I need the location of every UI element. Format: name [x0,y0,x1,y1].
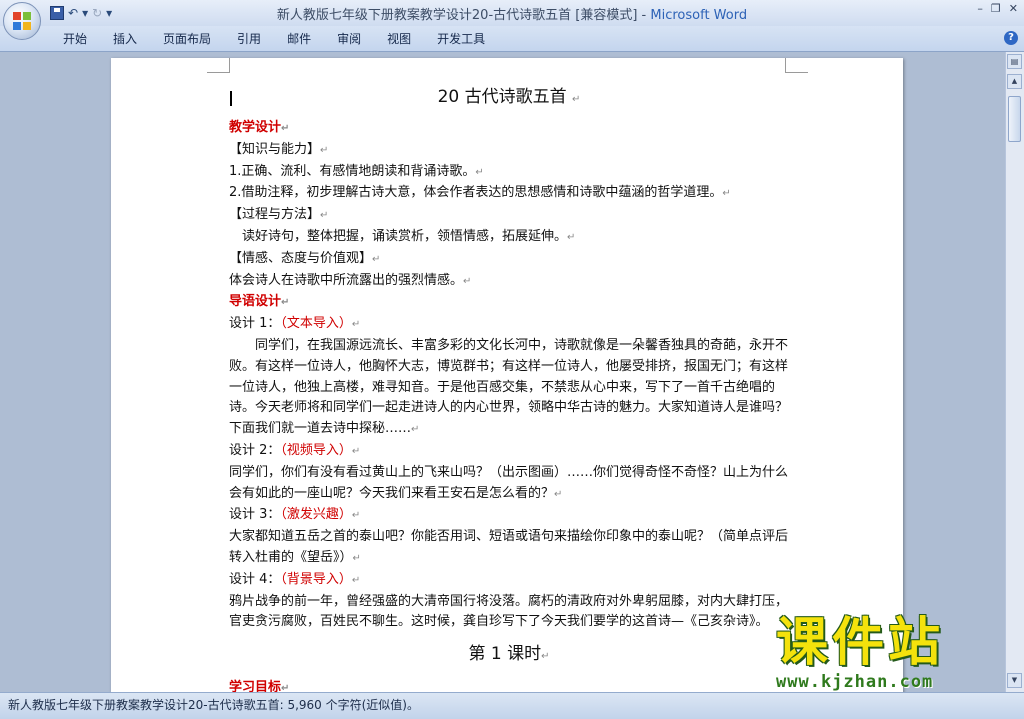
design-label: 设计 4：（背景导入）↵ [229,571,361,587]
paragraph: 读好诗句，整体把握，诵读赏析，领悟情感，拓展延伸。↵ [242,228,576,244]
document-heading: 20 古代诗歌五首 ↵ [437,87,581,107]
status-bar: 新人教版七年级下册教案教学设计20-古代诗歌五首: 5,960 个字符(近似值)… [0,692,1024,719]
section-heading: 教学设计↵ [229,120,290,135]
paragraph: 大家都知道五岳之首的泰山吧？你能否用词、短语或语句来描绘你印象中的泰山呢？（简单… [229,529,789,565]
tab-mailings[interactable]: 邮件 [274,31,324,47]
app-name: Microsoft Word [650,8,748,23]
tab-review[interactable]: 审阅 [324,31,374,47]
design-label: 设计 3：（激发兴趣）↵ [229,507,361,523]
tab-home[interactable]: 开始 [50,31,100,47]
watermark-logo: 课件站 www.kjzhan.com [776,614,1006,696]
paragraph: 2.借助注释，初步理解古诗大意，体会作者表达的思想感情和诗歌中蕴涵的哲学道理。↵ [229,185,731,201]
watermark-url: www.kjzhan.com [776,672,934,692]
section-heading: 导语设计↵ [229,294,290,310]
ribbon-tabs: 开始 插入 页面布局 引用 邮件 审阅 视图 开发工具 [50,31,498,47]
section-heading: 学习目标↵ [229,680,290,692]
margin-corner-mark [785,58,808,73]
office-logo-icon [13,12,31,30]
minimize-icon[interactable]: – [977,2,983,15]
scroll-down-icon[interactable]: ▼ [1007,673,1022,688]
window-title: 新人教版七年级下册教案教学设计20-古代诗歌五首 [兼容模式] - Micros… [0,4,1024,23]
tab-page-layout[interactable]: 页面布局 [150,31,224,47]
tab-insert[interactable]: 插入 [100,31,150,47]
tab-references[interactable]: 引用 [224,31,274,47]
document-area: 20 古代诗歌五首 ↵ 教学设计↵ 【知识与能力】↵ 1.正确、流利、有感情地朗… [0,52,1006,692]
document-name: 新人教版七年级下册教案教学设计20-古代诗歌五首 [兼容模式] - [276,8,651,23]
document-body[interactable]: 20 古代诗歌五首 ↵ 教学设计↵ 【知识与能力】↵ 1.正确、流利、有感情地朗… [229,82,789,692]
close-icon[interactable]: ✕ [1009,2,1018,15]
tab-view[interactable]: 视图 [374,31,424,47]
vertical-scrollbar[interactable]: ▤ ▲ ▼ [1005,52,1024,692]
design-label: 设计 1：（文本导入）↵ [229,316,361,332]
office-button[interactable] [3,2,41,40]
paragraph: 体会诗人在诗歌中所流露出的强烈情感。↵ [229,272,472,288]
restore-icon[interactable]: ❐ [991,2,1001,15]
subheading: 【过程与方法】↵ [229,207,329,223]
margin-corner-mark [207,58,230,73]
design-label: 设计 2：（视频导入）↵ [229,442,361,458]
subheading: 【情感、态度与价值观】↵ [229,250,381,266]
paragraph: 同学们，你们有没有看过黄山上的飞来山吗？（出示图画）……你们觉得奇怪不奇怪？山上… [229,464,789,501]
lesson-heading: 第 1 课时↵ [468,644,550,665]
paragraph: 同学们，在我国源远流长、丰富多彩的文化长河中，诗歌就像是一朵馨香独具的奇葩，永开… [229,337,789,437]
tab-developer[interactable]: 开发工具 [424,31,498,47]
help-icon[interactable]: ? [1004,31,1018,45]
paragraph: 鸦片战争的前一年，曾经强盛的大清帝国行将没落。腐朽的清政府对外卑躬屈膝，对内大肆… [229,593,789,630]
status-text: 新人教版七年级下册教案教学设计20-古代诗歌五首: 5,960 个字符(近似值)… [8,698,419,712]
document-page[interactable]: 20 古代诗歌五首 ↵ 教学设计↵ 【知识与能力】↵ 1.正确、流利、有感情地朗… [111,58,903,692]
window-controls: – ❐ ✕ [977,2,1018,15]
ribbon-tab-bar: 开始 插入 页面布局 引用 邮件 审阅 视图 开发工具 ? [0,26,1024,52]
subheading: 【知识与能力】↵ [229,141,329,157]
paragraph: 1.正确、流利、有感情地朗读和背诵诗歌。↵ [229,163,484,179]
scroll-thumb[interactable] [1008,96,1021,142]
watermark-text: 课件站 [776,613,945,673]
title-bar: ↶ ▾ ↻ ▾ 新人教版七年级下册教案教学设计20-古代诗歌五首 [兼容模式] … [0,0,1024,26]
ruler-toggle-icon[interactable]: ▤ [1007,54,1022,69]
scroll-up-icon[interactable]: ▲ [1007,74,1022,89]
